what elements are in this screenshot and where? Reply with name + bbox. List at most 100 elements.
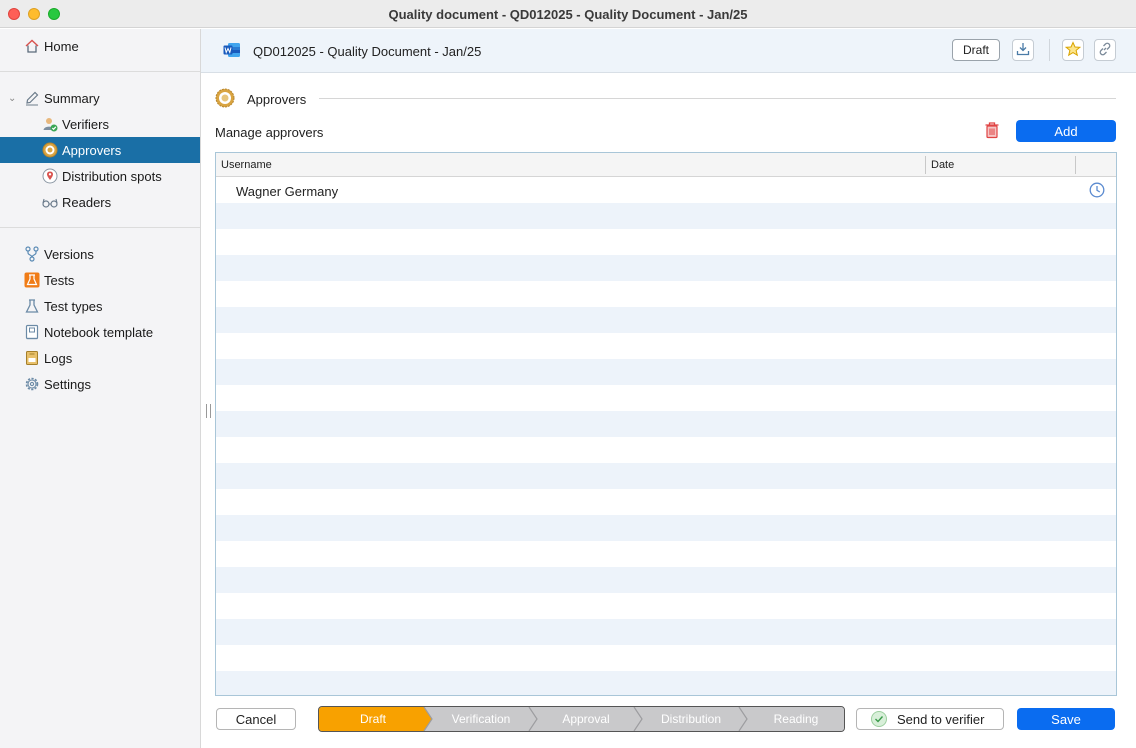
send-to-verifier-label: Send to verifier <box>897 711 985 727</box>
cancel-button[interactable]: Cancel <box>216 708 296 730</box>
table-row <box>216 255 1116 281</box>
sidebar-item-label: Readers <box>62 194 112 210</box>
table-row <box>216 307 1116 333</box>
pencil-icon <box>24 90 40 106</box>
table-row <box>216 359 1116 385</box>
gear-icon <box>24 376 40 392</box>
workflow-step-reading: Reading <box>773 712 819 726</box>
sidebar-item-readers[interactable]: Readers <box>0 189 200 215</box>
sidebar-item-test-types[interactable]: Test types <box>0 293 200 319</box>
sidebar-item-verifiers[interactable]: Verifiers <box>0 111 200 137</box>
table-row <box>216 411 1116 437</box>
table-row <box>216 463 1116 489</box>
table-row <box>216 385 1116 411</box>
section-header: Approvers <box>215 88 1116 110</box>
sidebar-item-label: Verifiers <box>62 116 109 132</box>
table-row <box>216 619 1116 645</box>
trash-icon <box>984 121 1000 142</box>
table-row <box>216 541 1116 567</box>
table-row <box>216 437 1116 463</box>
page-title: QD012025 - Quality Document - Jan/25 <box>253 44 482 59</box>
column-header-username[interactable]: Username <box>221 159 272 171</box>
column-divider[interactable] <box>925 156 926 174</box>
favorite-button[interactable] <box>1062 39 1084 61</box>
seal-icon <box>215 88 235 111</box>
glasses-icon <box>42 194 58 210</box>
sidebar-item-label: Home <box>44 38 79 54</box>
branch-icon <box>24 246 40 262</box>
column-divider[interactable] <box>1075 156 1076 174</box>
table-row <box>216 229 1116 255</box>
table-row <box>216 593 1116 619</box>
divider <box>0 227 200 228</box>
sidebar-item-label: Tests <box>44 272 75 288</box>
flask-outline-icon <box>24 298 40 314</box>
divider <box>319 98 1116 99</box>
sidebar-item-summary[interactable]: ⌄ Summary <box>0 85 200 111</box>
save-button[interactable]: Save <box>1017 708 1115 730</box>
download-icon <box>1016 42 1030 59</box>
sidebar-item-label: Versions <box>44 246 94 262</box>
title-bar: Quality document - QD012025 - Quality Do… <box>0 0 1136 28</box>
location-pin-icon <box>42 168 58 184</box>
table-row <box>216 333 1116 359</box>
sidebar-resize-handle[interactable] <box>206 404 211 418</box>
approvers-table: Username Date Wagner Germany <box>215 152 1117 696</box>
workflow-step-distribution: Distribution <box>660 712 722 726</box>
home-icon <box>24 38 40 54</box>
user-check-icon <box>42 116 58 132</box>
username-cell: Wagner Germany <box>236 184 339 199</box>
window-title: Quality document - QD012025 - Quality Do… <box>388 7 748 22</box>
table-row[interactable]: Wagner Germany <box>216 177 1116 203</box>
table-row <box>216 489 1116 515</box>
divider <box>1049 39 1050 61</box>
table-row <box>216 567 1116 593</box>
sidebar-item-label: Approvers <box>62 142 122 158</box>
document-header: QD012025 - Quality Document - Jan/25 Dra… <box>201 29 1136 73</box>
sidebar-item-versions[interactable]: Versions <box>0 241 200 267</box>
divider <box>0 71 200 72</box>
add-button[interactable]: Add <box>1016 120 1116 142</box>
clock-icon[interactable] <box>1089 182 1105 198</box>
sidebar-item-tests[interactable]: Tests <box>0 267 200 293</box>
sidebar-item-notebook-template[interactable]: Notebook template <box>0 319 200 345</box>
workflow-step-approval: Approval <box>562 712 610 726</box>
sidebar: Home ⌄ Summary Verifiers Approvers Distr… <box>0 29 201 748</box>
manage-approvers-label: Manage approvers <box>215 125 324 140</box>
log-book-icon <box>24 350 40 366</box>
flask-icon <box>24 272 40 288</box>
sidebar-item-approvers[interactable]: Approvers <box>0 137 200 163</box>
section-title: Approvers <box>247 92 307 107</box>
sidebar-item-label: Logs <box>44 350 73 366</box>
delete-button[interactable] <box>980 120 1004 142</box>
workflow-step-verification: Verification <box>451 712 511 726</box>
table-row <box>216 281 1116 307</box>
word-document-icon <box>223 42 241 58</box>
chevron-down-icon[interactable]: ⌄ <box>8 93 16 104</box>
check-circle-icon <box>871 711 887 727</box>
sidebar-item-settings[interactable]: Settings <box>0 371 200 397</box>
sidebar-item-label: Distribution spots <box>62 168 162 184</box>
sidebar-item-distribution-spots[interactable]: Distribution spots <box>0 163 200 189</box>
sidebar-item-label: Notebook template <box>44 324 154 340</box>
download-button[interactable] <box>1012 39 1034 61</box>
sidebar-item-logs[interactable]: Logs <box>0 345 200 371</box>
footer-bar: Cancel Draft Verification Approval Distr… <box>201 704 1136 734</box>
table-row <box>216 203 1116 229</box>
table-row <box>216 645 1116 671</box>
sidebar-item-label: Settings <box>44 376 91 392</box>
workflow-step-draft: Draft <box>359 712 386 726</box>
workflow-progress: Draft Verification Approval Distribution… <box>318 706 845 732</box>
table-row <box>216 515 1116 541</box>
link-icon <box>1098 42 1112 59</box>
table-header: Username Date <box>216 153 1116 177</box>
sidebar-item-home[interactable]: Home <box>0 33 200 59</box>
status-badge[interactable]: Draft <box>952 39 1000 61</box>
star-icon <box>1064 40 1082 60</box>
send-to-verifier-button[interactable]: Send to verifier <box>856 708 1004 730</box>
copy-link-button[interactable] <box>1094 39 1116 61</box>
table-row <box>216 671 1116 695</box>
column-header-date[interactable]: Date <box>931 159 954 171</box>
notebook-icon <box>24 324 40 340</box>
sidebar-item-label: Summary <box>44 90 100 106</box>
